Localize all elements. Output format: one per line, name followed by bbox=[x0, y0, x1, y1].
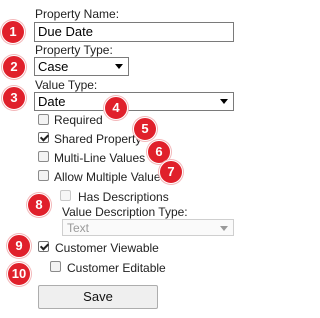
customer-viewable-label: Customer Viewable bbox=[55, 241, 159, 255]
has-descriptions-label: Has Descriptions bbox=[78, 190, 169, 204]
callout-badge-4: 4 bbox=[104, 96, 128, 120]
property-name-input[interactable]: Due Date bbox=[34, 22, 234, 42]
callout-badge-3: 3 bbox=[2, 86, 26, 110]
value-description-type-label: Value Description Type: bbox=[62, 205, 188, 219]
customer-viewable-checkbox[interactable] bbox=[38, 241, 49, 252]
value-type-value: Date bbox=[38, 94, 66, 109]
property-type-label: Property Type: bbox=[35, 43, 113, 57]
shared-property-label: Shared Property bbox=[54, 132, 142, 146]
allow-multiple-values-checkbox[interactable] bbox=[38, 170, 49, 181]
chevron-down-icon bbox=[115, 64, 123, 69]
shared-property-checkbox[interactable] bbox=[38, 132, 49, 143]
customer-editable-checkbox[interactable] bbox=[50, 261, 61, 272]
save-button[interactable]: Save bbox=[38, 285, 158, 309]
property-type-select[interactable]: Case bbox=[34, 57, 129, 76]
callout-badge-9: 9 bbox=[7, 234, 31, 258]
allow-multiple-values-label: Allow Multiple Values bbox=[54, 170, 167, 184]
value-description-type-select[interactable]: Text bbox=[62, 219, 234, 236]
multi-line-values-label: Multi-Line Values bbox=[54, 151, 146, 165]
callout-badge-10: 10 bbox=[7, 262, 31, 286]
callout-badge-7: 7 bbox=[159, 160, 183, 184]
chevron-down-icon bbox=[220, 226, 228, 231]
callout-badge-1: 1 bbox=[1, 20, 25, 44]
callout-badge-2: 2 bbox=[2, 55, 26, 79]
value-type-select[interactable]: Date bbox=[34, 92, 234, 111]
chevron-down-icon bbox=[220, 99, 228, 104]
has-descriptions-checkbox[interactable] bbox=[60, 190, 71, 201]
callout-badge-8: 8 bbox=[27, 193, 51, 217]
multi-line-values-checkbox[interactable] bbox=[38, 151, 49, 162]
customer-editable-label: Customer Editable bbox=[67, 261, 166, 275]
property-name-label: Property Name: bbox=[35, 7, 120, 21]
property-type-value: Case bbox=[38, 59, 69, 74]
value-description-type-value: Text bbox=[67, 221, 90, 235]
callout-badge-5: 5 bbox=[133, 117, 157, 141]
required-label: Required bbox=[54, 113, 103, 127]
value-type-label: Value Type: bbox=[35, 78, 98, 92]
required-checkbox[interactable] bbox=[38, 114, 49, 125]
